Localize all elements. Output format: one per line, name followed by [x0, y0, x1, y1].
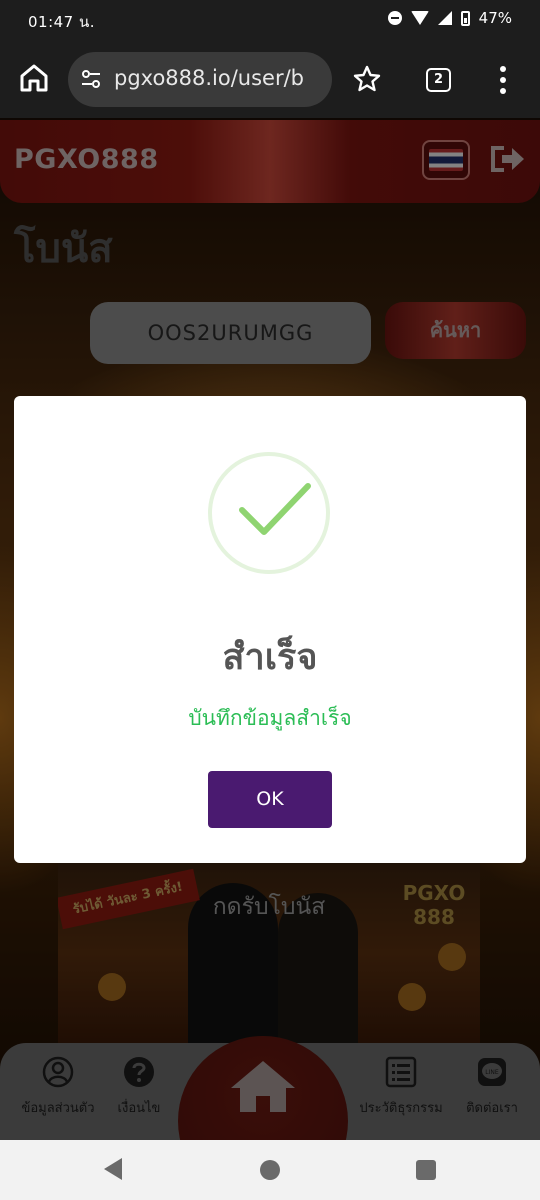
dialog-title: สำเร็จ	[222, 637, 318, 678]
wifi-icon	[410, 11, 429, 25]
system-home-icon[interactable]	[260, 1160, 280, 1180]
checkmark-icon	[239, 483, 311, 535]
back-icon[interactable]	[104, 1158, 122, 1180]
battery-percent: 47%	[478, 9, 512, 27]
recents-icon[interactable]	[416, 1160, 436, 1180]
system-nav-bar	[0, 1140, 540, 1200]
site-settings-icon[interactable]	[80, 68, 102, 90]
success-dialog: สำเร็จ บันทึกข้อมูลสำเร็จ OK	[14, 396, 526, 863]
url-text: pgxo888.io/user/b	[114, 66, 305, 90]
ok-button[interactable]: OK	[208, 771, 332, 828]
status-time: 01:47 น.	[28, 13, 96, 31]
browser-menu-icon[interactable]	[499, 66, 507, 94]
bookmark-star-icon[interactable]	[352, 64, 382, 94]
signal-icon	[437, 11, 452, 25]
dialog-message: บันทึกข้อมูลสำเร็จ	[188, 706, 352, 730]
battery-icon	[460, 10, 470, 26]
browser-toolbar: pgxo888.io/user/b 2	[0, 40, 540, 118]
status-bar: 01:47 น. 47%	[0, 0, 540, 40]
tab-switcher-button[interactable]: 2	[426, 68, 451, 92]
address-bar[interactable]: pgxo888.io/user/b	[68, 52, 332, 107]
do-not-disturb-icon	[387, 11, 402, 25]
browser-home-icon[interactable]	[18, 62, 50, 94]
